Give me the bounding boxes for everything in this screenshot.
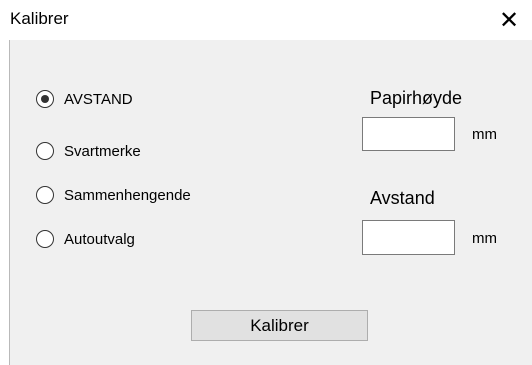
title-bar: Kalibrer ✕ [0, 0, 532, 40]
close-icon[interactable]: ✕ [486, 0, 532, 40]
radio-option-svartmerke[interactable]: Svartmerke [36, 142, 141, 160]
radio-button[interactable] [36, 142, 54, 160]
radio-option-avstand[interactable]: AVSTAND [36, 90, 133, 108]
radio-button[interactable] [36, 230, 54, 248]
radio-label: Sammenhengende [64, 186, 191, 204]
calibrate-button[interactable]: Kalibrer [191, 310, 368, 341]
dialog-title: Kalibrer [10, 9, 69, 28]
distance-label: Avstand [370, 188, 435, 208]
paper-height-label: Papirhøyde [370, 88, 463, 108]
radio-option-sammenhengende[interactable]: Sammenhengende [36, 186, 191, 204]
radio-button[interactable] [36, 186, 54, 204]
radio-button[interactable] [36, 90, 54, 108]
distance-unit: mm [472, 230, 497, 247]
dialog-body: AVSTAND Svartmerke Sammenhengende Autout… [9, 40, 532, 365]
radio-label: Autoutvalg [64, 230, 135, 248]
radio-option-autoutvalg[interactable]: Autoutvalg [36, 230, 135, 248]
distance-input[interactable] [362, 220, 455, 255]
paper-height-unit: mm [472, 126, 497, 143]
radio-label: AVSTAND [64, 90, 133, 108]
radio-checked-dot [41, 95, 49, 103]
paper-height-input[interactable] [362, 117, 455, 151]
calibrate-dialog: Kalibrer ✕ AVSTAND Svartmerke Sammenheng… [0, 0, 532, 365]
radio-label: Svartmerke [64, 142, 141, 160]
